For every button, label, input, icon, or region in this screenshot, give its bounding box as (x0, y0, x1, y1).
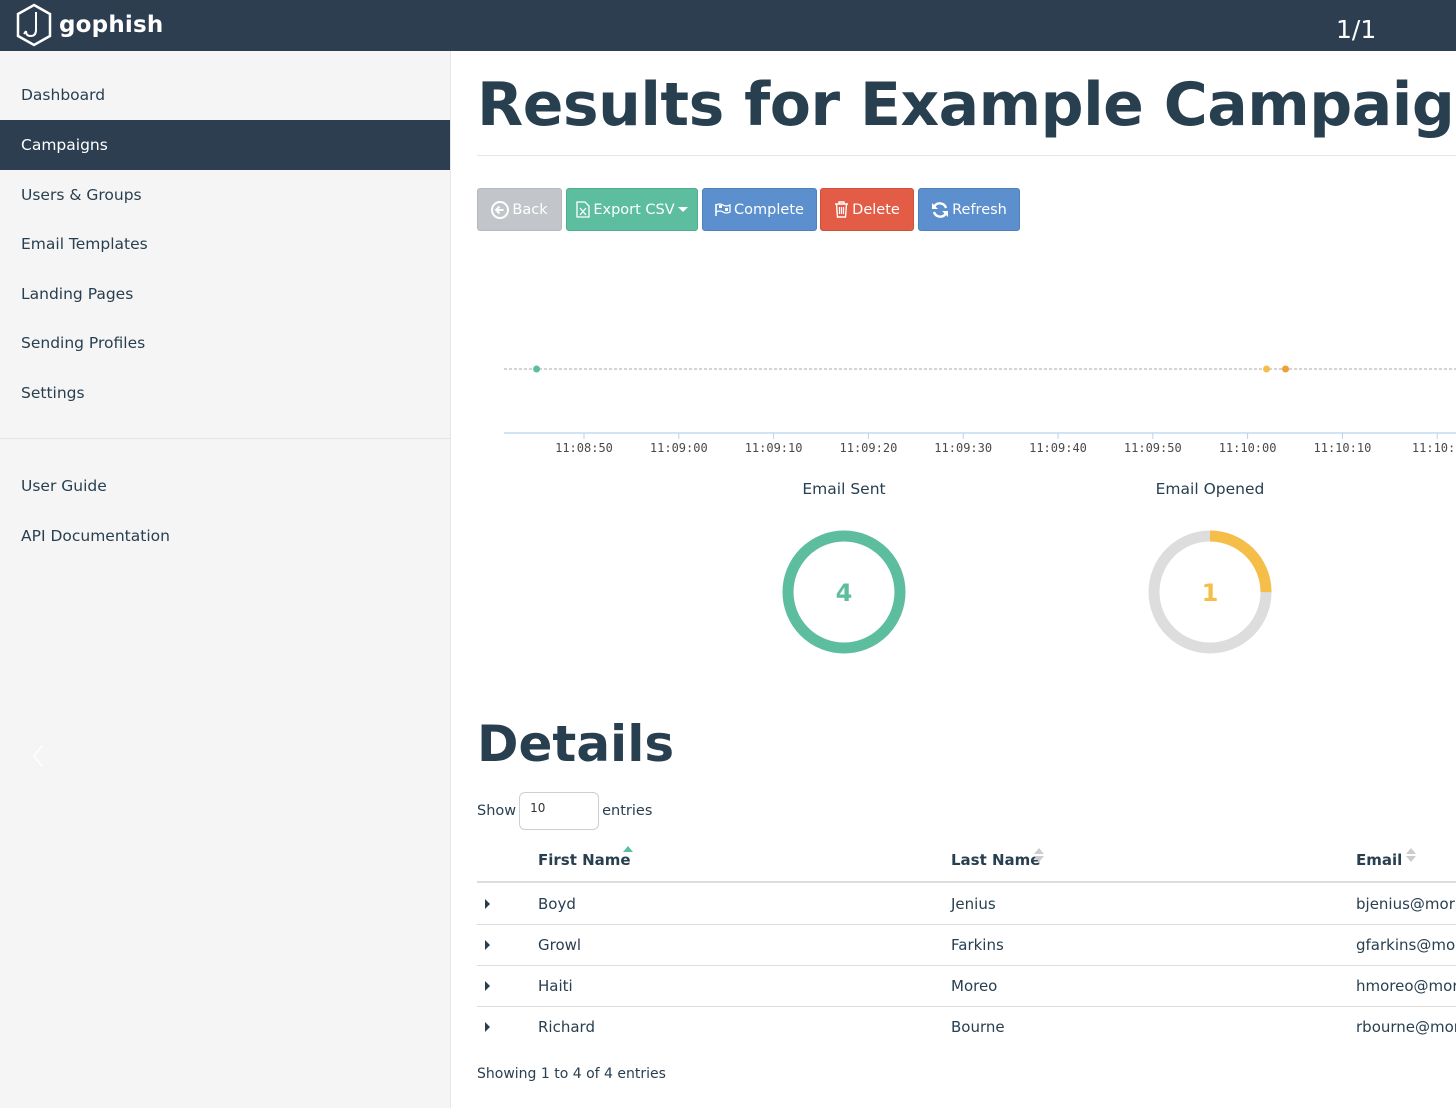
sidebar-item-api-documentation[interactable]: API Documentation (0, 511, 450, 561)
timeline-event-dot[interactable] (1282, 365, 1290, 373)
page-counter: 1/1 (1336, 15, 1377, 44)
column-header-email[interactable]: Email (1356, 851, 1402, 869)
gophish-hook-icon (16, 3, 52, 47)
timeline-tick-label: 11:09:10 (745, 441, 803, 455)
sort-both-icon[interactable] (1406, 847, 1416, 863)
cell-first-name: Boyd (538, 895, 576, 913)
sidebar-item-dashboard[interactable]: Dashboard (0, 70, 450, 120)
expand-row-icon[interactable] (485, 940, 490, 950)
expand-row-icon[interactable] (485, 981, 490, 991)
cell-email: hmoreo@mor (1356, 977, 1456, 995)
expand-row-icon[interactable] (485, 1022, 490, 1032)
column-header-first-name[interactable]: First Name (538, 851, 631, 869)
email-sent-donut: 4 (782, 530, 906, 654)
sidebar: Dashboard Campaigns Users & Groups Email… (0, 51, 451, 1108)
sidebar-item-users-groups[interactable]: Users & Groups (0, 170, 450, 220)
results-table-header: First Name Last Name Email (477, 843, 1456, 883)
page-length-select[interactable]: 10 (519, 792, 600, 830)
table-row[interactable]: Haiti Moreo hmoreo@mor (477, 966, 1456, 1007)
table-row[interactable]: Richard Bourne rbourne@mor (477, 1007, 1456, 1048)
page-length-control: Show 10 entries (477, 792, 652, 830)
timeline-tick-label: 11:09:30 (934, 441, 992, 455)
timeline-tick-label: 11:09:20 (840, 441, 898, 455)
timeline-tick-label: 11:09:40 (1029, 441, 1087, 455)
cell-last-name: Jenius (951, 895, 996, 913)
sidebar-item-email-templates[interactable]: Email Templates (0, 219, 450, 269)
sidebar-divider (0, 438, 450, 439)
email-opened-count: 1 (1202, 579, 1219, 607)
details-heading: Details (477, 715, 675, 773)
cell-email: bjenius@morr (1356, 895, 1456, 913)
cell-first-name: Growl (538, 936, 582, 954)
sidebar-item-landing-pages[interactable]: Landing Pages (0, 269, 450, 319)
timeline-event-dot[interactable] (1263, 365, 1271, 373)
campaign-timeline: 11:08:50 11:09:00 11:09:10 11:09:20 11:09:30… (504, 365, 1456, 455)
sidebar-item-sending-profiles[interactable]: Sending Profiles (0, 318, 450, 368)
cell-last-name: Bourne (951, 1018, 1005, 1036)
sort-both-icon[interactable] (1034, 847, 1044, 863)
column-header-last-name[interactable]: Last Name (951, 851, 1040, 869)
timeline-tick-label: 11:10:2 (1412, 441, 1456, 455)
show-label: Show (477, 803, 517, 819)
expand-row-icon[interactable] (485, 899, 490, 909)
email-opened-donut: 1 (1148, 530, 1272, 654)
entries-label: entries (602, 803, 653, 819)
timeline-tick-label: 11:09:00 (650, 441, 708, 455)
cell-email: rbourne@mor (1356, 1018, 1456, 1036)
cell-first-name: Haiti (538, 977, 573, 995)
email-opened-title: Email Opened (1155, 480, 1265, 498)
sidebar-item-settings[interactable]: Settings (0, 368, 450, 418)
email-sent-title: Email Sent (802, 480, 886, 498)
top-navbar: gophish 1/1 (0, 0, 1456, 51)
table-row[interactable]: Boyd Jenius bjenius@morr (477, 884, 1456, 925)
timeline-tick-label: 11:09:50 (1124, 441, 1182, 455)
sort-asc-icon[interactable] (623, 845, 633, 861)
cell-last-name: Farkins (951, 936, 1004, 954)
main-content: Results for Example Campaign Back Export… (451, 51, 1456, 1108)
timeline-tick-label: 11:10:10 (1314, 441, 1372, 455)
brand-name: gophish (59, 12, 164, 38)
sidebar-item-user-guide[interactable]: User Guide (0, 461, 450, 511)
cell-last-name: Moreo (951, 977, 998, 995)
timeline-tick-label: 11:10:00 (1219, 441, 1277, 455)
cell-email: gfarkins@mor (1356, 936, 1456, 954)
email-sent-count: 4 (836, 579, 853, 607)
table-info: Showing 1 to 4 of 4 entries (477, 1066, 666, 1082)
timeline-event-dot[interactable] (533, 365, 541, 373)
table-row[interactable]: Growl Farkins gfarkins@mor (477, 925, 1456, 966)
chevron-left-icon[interactable] (28, 741, 48, 771)
cell-first-name: Richard (538, 1018, 595, 1036)
sidebar-item-campaigns[interactable]: Campaigns (0, 120, 450, 170)
brand-logo[interactable]: gophish (15, 3, 163, 47)
timeline-tick-label: 11:08:50 (555, 441, 613, 455)
